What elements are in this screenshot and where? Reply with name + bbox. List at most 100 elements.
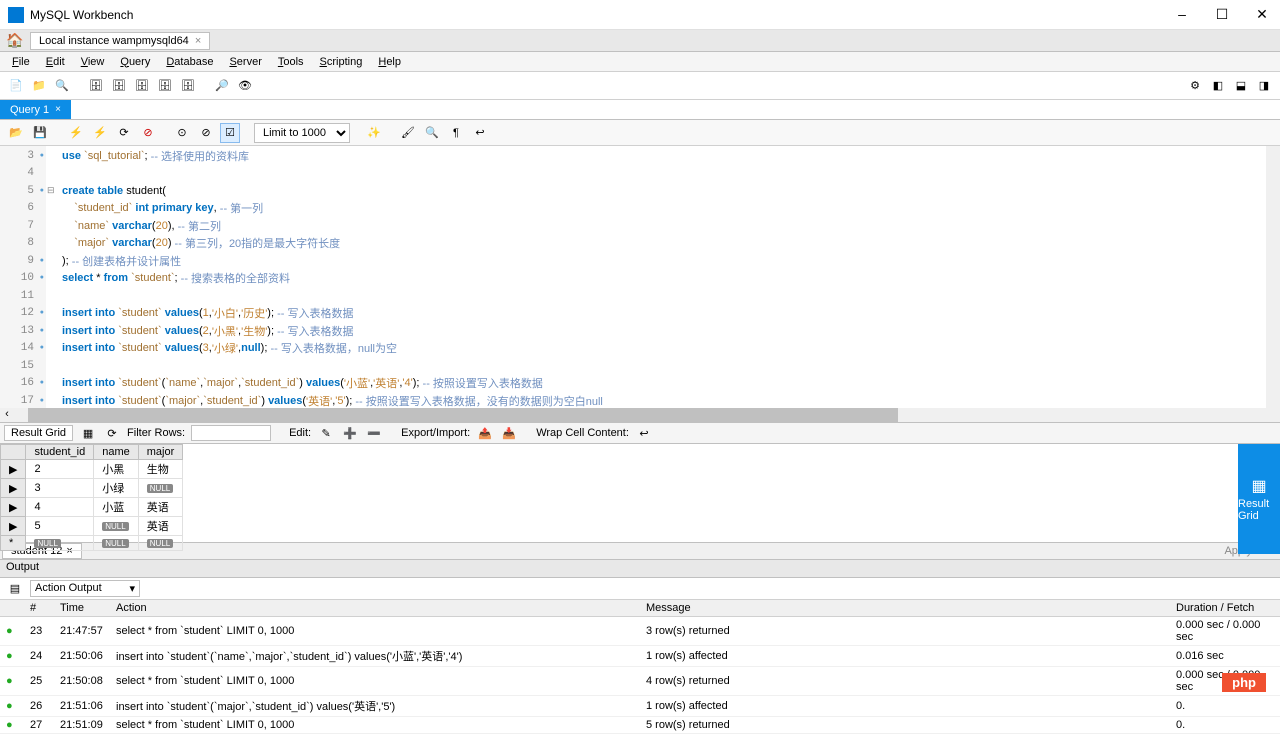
col-header[interactable]: student_id bbox=[26, 445, 94, 460]
panel-bottom-icon[interactable]: ⬓ bbox=[1231, 76, 1251, 96]
connection-tab[interactable]: Local instance wampmysqld64 × bbox=[30, 32, 210, 50]
output-icon[interactable]: ▤ bbox=[6, 580, 24, 598]
table-row[interactable]: ▶3小绿NULL bbox=[1, 479, 183, 498]
query-tabs: Query 1 × bbox=[0, 100, 1280, 120]
wrap-icon[interactable]: ↩ bbox=[470, 123, 490, 143]
output-select-row: ▤ Action Output▾ bbox=[0, 578, 1280, 600]
panel-right-icon[interactable]: ◨ bbox=[1254, 76, 1274, 96]
beautify-icon[interactable]: ✨ bbox=[364, 123, 384, 143]
commit-icon[interactable]: ⊙ bbox=[172, 123, 192, 143]
menu-edit[interactable]: Edit bbox=[38, 56, 73, 68]
connection-tab-bar: 🏠 Local instance wampmysqld64 × bbox=[0, 30, 1280, 52]
menu-server[interactable]: Server bbox=[221, 56, 269, 68]
php-badge: php bbox=[1222, 673, 1266, 692]
code-area[interactable]: use `sql_tutorial`; -- 选择使用的资料库⊟create t… bbox=[46, 146, 1280, 408]
main-toolbar: 📄 📁 🔍 🗄 🗄 🗄 🗄 🗄 🔎 👁 ⚙ ◧ ⬓ ◨ bbox=[0, 72, 1280, 100]
close-button[interactable]: ✕ bbox=[1252, 6, 1272, 23]
menu-help[interactable]: Help bbox=[370, 56, 409, 68]
connection-tab-label: Local instance wampmysqld64 bbox=[39, 35, 189, 47]
query-tab[interactable]: Query 1 × bbox=[0, 100, 71, 119]
db-icon-5[interactable]: 🗄 bbox=[178, 76, 198, 96]
db-icon[interactable]: 🗄 bbox=[86, 76, 106, 96]
result-grid-label: Result Grid bbox=[4, 425, 73, 441]
edit-icon[interactable]: ✎ bbox=[317, 424, 335, 442]
export-icon[interactable]: 📤 bbox=[476, 424, 494, 442]
output-table: #TimeActionMessageDuration / Fetch●2321:… bbox=[0, 600, 1280, 734]
add-row-icon[interactable]: ➕ bbox=[341, 424, 359, 442]
table-row[interactable]: ▶4小蓝英语 bbox=[1, 498, 183, 517]
close-icon[interactable]: × bbox=[195, 35, 201, 47]
menu-scripting[interactable]: Scripting bbox=[312, 56, 371, 68]
rollback-icon[interactable]: ⊘ bbox=[196, 123, 216, 143]
chevron-down-icon: ▾ bbox=[129, 582, 135, 595]
inspector-icon[interactable]: 🔍 bbox=[52, 76, 72, 96]
export-label: Export/Import: bbox=[401, 427, 470, 439]
edit-label: Edit: bbox=[289, 427, 311, 439]
save-icon[interactable]: 💾 bbox=[30, 123, 50, 143]
wrap-icon[interactable]: ↩ bbox=[635, 424, 653, 442]
horizontal-scrollbar[interactable]: ‹ bbox=[0, 408, 1280, 422]
menu-view[interactable]: View bbox=[73, 56, 113, 68]
home-icon[interactable]: 🏠 bbox=[0, 32, 30, 49]
filter-label: Filter Rows: bbox=[127, 427, 185, 439]
output-row[interactable]: ●2621:51:06insert into `student`(`major`… bbox=[0, 696, 1280, 717]
db-icon-2[interactable]: 🗄 bbox=[109, 76, 129, 96]
result-toolbar: Result Grid ▦ ⟳ Filter Rows: Edit: ✎ ➕ ➖… bbox=[0, 422, 1280, 444]
limit-select[interactable]: Limit to 1000 rows bbox=[254, 123, 350, 143]
filter-icon[interactable]: ⟳ bbox=[103, 424, 121, 442]
app-logo-icon bbox=[8, 7, 24, 23]
db-icon-3[interactable]: 🗄 bbox=[132, 76, 152, 96]
query-tab-label: Query 1 bbox=[10, 104, 49, 116]
result-grid[interactable]: student_idnamemajor▶2小黑生物▶3小绿NULL▶4小蓝英语▶… bbox=[0, 444, 183, 551]
settings-icon[interactable]: ⚙ bbox=[1185, 76, 1205, 96]
title-bar: MySQL Workbench – ☐ ✕ bbox=[0, 0, 1280, 30]
panel-left-icon[interactable]: ◧ bbox=[1208, 76, 1228, 96]
maximize-button[interactable]: ☐ bbox=[1212, 6, 1232, 23]
table-row[interactable]: ▶2小黑生物 bbox=[1, 460, 183, 479]
invisible-icon[interactable]: ¶ bbox=[446, 123, 466, 143]
result-grid-side-tab[interactable]: ▦ Result Grid bbox=[1238, 444, 1280, 554]
menu-tools[interactable]: Tools bbox=[270, 56, 312, 68]
output-row[interactable]: ●2521:50:08select * from `student` LIMIT… bbox=[0, 667, 1280, 696]
line-gutter: 34567891011121314151617 bbox=[0, 146, 46, 408]
grid-icon[interactable]: ▦ bbox=[79, 424, 97, 442]
wrap-label: Wrap Cell Content: bbox=[536, 427, 629, 439]
minimize-button[interactable]: – bbox=[1172, 6, 1192, 23]
menu-bar: FileEditViewQueryDatabaseServerToolsScri… bbox=[0, 52, 1280, 72]
output-row[interactable]: ●2721:51:09select * from `student` LIMIT… bbox=[0, 717, 1280, 734]
search-icon[interactable]: 🔍 bbox=[422, 123, 442, 143]
brush-icon[interactable]: 🖌 bbox=[398, 123, 418, 143]
table-row[interactable]: *NULLNULLNULL bbox=[1, 536, 183, 551]
menu-file[interactable]: File bbox=[4, 56, 38, 68]
search-icon[interactable]: 🔎 bbox=[212, 76, 232, 96]
explain-icon[interactable]: ⟳ bbox=[114, 123, 134, 143]
col-header[interactable]: name bbox=[94, 445, 139, 460]
import-icon[interactable]: 📥 bbox=[500, 424, 518, 442]
new-sql-tab-icon[interactable]: 📄 bbox=[6, 76, 26, 96]
open-file-icon[interactable]: 📂 bbox=[6, 123, 26, 143]
db-icon-4[interactable]: 🗄 bbox=[155, 76, 175, 96]
table-row[interactable]: ▶5NULL英语 bbox=[1, 517, 183, 536]
col-header[interactable]: major bbox=[138, 445, 183, 460]
query-toolbar: 📂 💾 ⚡ ⚡ ⟳ ⊘ ⊙ ⊘ ☑ Limit to 1000 rows ✨ 🖌… bbox=[0, 120, 1280, 146]
output-row[interactable]: ●2421:50:06insert into `student`(`name`,… bbox=[0, 646, 1280, 667]
stop-icon[interactable]: ⊘ bbox=[138, 123, 158, 143]
autocommit-icon[interactable]: ☑ bbox=[220, 123, 240, 143]
result-grid-wrap: student_idnamemajor▶2小黑生物▶3小绿NULL▶4小蓝英语▶… bbox=[0, 444, 1280, 542]
output-select[interactable]: Action Output▾ bbox=[30, 580, 140, 597]
menu-query[interactable]: Query bbox=[112, 56, 158, 68]
execute-icon[interactable]: ⚡ bbox=[66, 123, 86, 143]
vertical-scrollbar[interactable] bbox=[1266, 146, 1280, 408]
filter-input[interactable] bbox=[191, 425, 271, 441]
delete-row-icon[interactable]: ➖ bbox=[365, 424, 383, 442]
sql-editor[interactable]: 34567891011121314151617 use `sql_tutoria… bbox=[0, 146, 1280, 408]
result-tab-row: student 12 × Apply bbox=[0, 542, 1280, 560]
window-title: MySQL Workbench bbox=[30, 8, 1172, 22]
output-row[interactable]: ●2321:47:57select * from `student` LIMIT… bbox=[0, 617, 1280, 646]
open-sql-file-icon[interactable]: 📁 bbox=[29, 76, 49, 96]
output-header: Output bbox=[0, 560, 1280, 578]
menu-database[interactable]: Database bbox=[158, 56, 221, 68]
execute-current-icon[interactable]: ⚡ bbox=[90, 123, 110, 143]
close-icon[interactable]: × bbox=[55, 104, 61, 115]
dashboard-icon[interactable]: 👁 bbox=[235, 76, 255, 96]
